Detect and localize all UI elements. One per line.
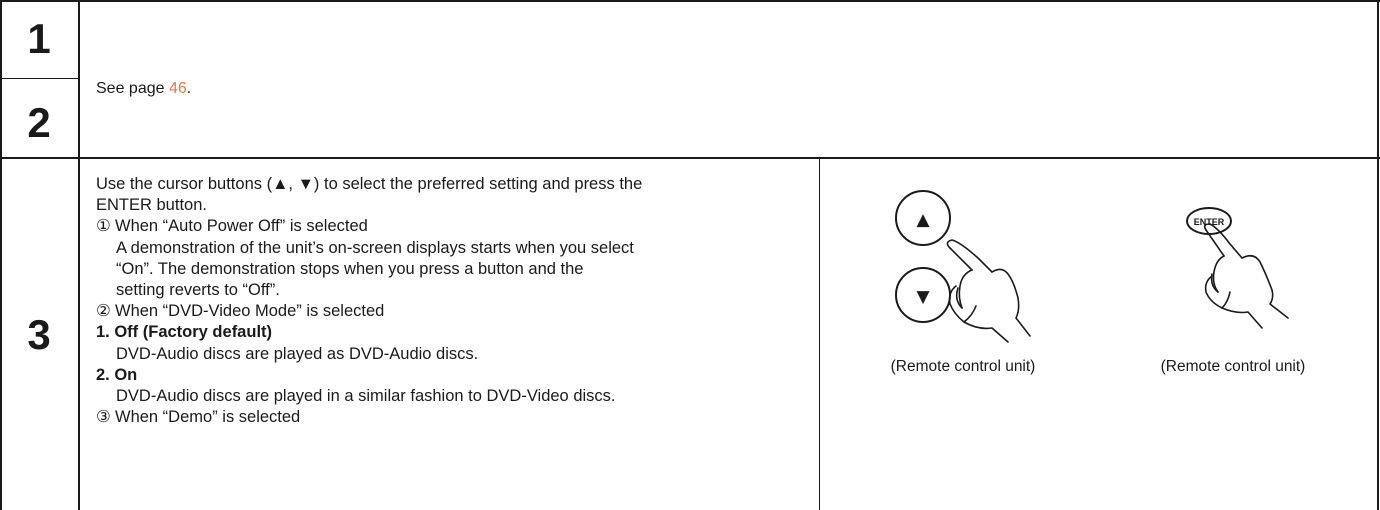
item-2-title: ② When “DVD-Video Mode” is selected [96, 301, 811, 322]
cursor-down-button-icon: ▼ [895, 267, 951, 323]
svg-text:▲: ▲ [916, 210, 930, 230]
rule-step1-2 [0, 78, 80, 79]
page-reference-suffix: . [186, 80, 192, 97]
item-3-title: ③ When “Demo” is selected [96, 407, 811, 428]
step-column-rule [78, 0, 80, 510]
intro-line-2: ENTER button. [96, 196, 207, 215]
illustration-column-rule [819, 157, 820, 510]
pointing-hand-icon [1203, 223, 1289, 329]
enter-remote-caption: (Remote control unit) [1160, 358, 1306, 375]
step-number-1: 1 [27, 15, 51, 62]
step3-instructions: Use the cursor buttons (▲, ▼) to select … [96, 174, 811, 428]
step-number-3: 3 [27, 311, 51, 358]
top-rule [0, 0, 1380, 2]
item-2-marker: ② [96, 302, 111, 321]
item-1-title: ① When “Auto Power Off” is selected [96, 216, 811, 237]
option-1-label: 1. Off (Factory default) [96, 323, 273, 342]
page-reference: See page 46. [96, 80, 191, 98]
item-2-title-text: When “DVD-Video Mode” is selected [115, 302, 385, 321]
option-1-desc: DVD-Audio discs are played as DVD-Audio … [116, 344, 479, 363]
cursor-remote-caption: (Remote control unit) [890, 358, 1036, 375]
pointing-hand-icon [946, 239, 1031, 343]
step-number-2: 2 [27, 99, 51, 146]
item-1-desc-line-3: setting reverts to “Off”. [116, 281, 280, 300]
item-3-title-text: When “Demo” is selected [115, 408, 301, 427]
svg-text:▼: ▼ [916, 287, 930, 307]
item-3-marker: ③ [96, 408, 111, 427]
item-1-desc-line-2: “On”. The demonstration stops when you p… [116, 259, 584, 278]
option-2-label: 2. On [96, 365, 138, 384]
svg-text:ENTER: ENTER [1194, 217, 1225, 227]
intro-line-1: Use the cursor buttons (▲, ▼) to select … [96, 175, 643, 193]
item-1-marker: ① [96, 217, 111, 236]
enter-button-icon: ENTER [1186, 207, 1232, 235]
illustration-panel: ▲ ▼ ENTER (Remote control unit) (Remote … [822, 158, 1377, 510]
item-1-desc-line-1: A demonstration of the unit’s on-screen … [116, 238, 634, 257]
item-1-title-text: When “Auto Power Off” is selected [115, 217, 368, 236]
cursor-up-button-icon: ▲ [895, 190, 951, 246]
page-reference-prefix: See page [96, 80, 169, 97]
left-rule [0, 0, 2, 510]
option-2-desc: DVD-Audio discs are played in a similar … [116, 387, 616, 406]
enter-button-illustration: ENTER [1186, 207, 1289, 329]
page-reference-link[interactable]: 46 [169, 80, 187, 97]
